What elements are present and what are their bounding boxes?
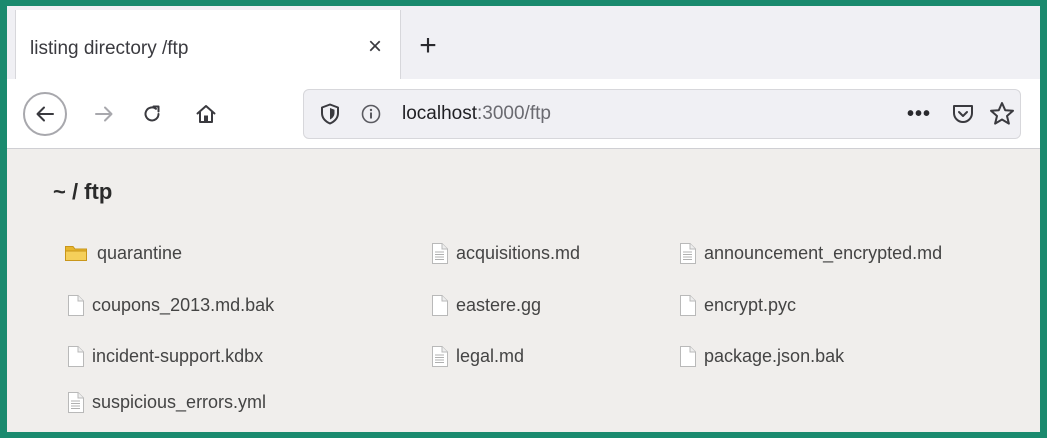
file-name: package.json.bak — [704, 345, 845, 366]
blank-file-icon — [67, 295, 84, 316]
arrow-right-icon — [95, 106, 113, 122]
file-entry[interactable]: quarantine — [65, 241, 182, 265]
blank-file-icon — [67, 346, 84, 367]
file-entry[interactable]: encrypt.pyc — [679, 293, 796, 317]
back-button[interactable] — [23, 92, 67, 136]
file-entry[interactable]: coupons_2013.md.bak — [67, 293, 274, 317]
home-button[interactable] — [187, 95, 225, 133]
text-file-icon — [679, 243, 696, 264]
file-name: encrypt.pyc — [704, 294, 797, 315]
blank-file-icon — [679, 295, 696, 316]
bookmark-star-icon[interactable] — [988, 100, 1016, 128]
page-heading: ~ / ftp — [53, 179, 113, 204]
url-host: localhost — [402, 103, 477, 124]
shield-icon[interactable] — [318, 102, 342, 126]
file-entry[interactable]: suspicious_errors.yml — [67, 390, 266, 414]
file-entry[interactable]: incident-support.kdbx — [67, 344, 263, 368]
home-icon — [196, 105, 216, 123]
file-name: announcement_encrypted.md — [704, 242, 943, 263]
file-entry[interactable]: acquisitions.md — [431, 241, 580, 265]
reload-button[interactable] — [133, 95, 171, 133]
navigation-toolbar: localhost:3000/ftp ••• — [7, 79, 1040, 149]
tab-bar: listing directory /ftp × + — [7, 6, 1040, 79]
file-entry[interactable]: announcement_encrypted.md — [679, 241, 942, 265]
file-name: suspicious_errors.yml — [92, 391, 267, 412]
file-entry[interactable]: legal.md — [431, 344, 524, 368]
file-name: coupons_2013.md.bak — [92, 294, 275, 315]
blank-file-icon — [431, 295, 448, 316]
url-text[interactable]: localhost:3000/ftp — [402, 103, 551, 125]
new-tab-icon[interactable]: + — [413, 31, 443, 61]
url-port-path: :3000/ftp — [477, 103, 551, 124]
file-name: eastere.gg — [456, 294, 542, 315]
browser-window: listing directory /ftp × + localhost:300… — [0, 0, 1047, 438]
text-file-icon — [431, 243, 448, 264]
tab-title: listing directory /ftp — [30, 38, 189, 59]
text-file-icon — [67, 392, 84, 413]
folder-icon — [65, 244, 87, 262]
arrow-left-icon — [36, 106, 54, 122]
info-icon[interactable] — [360, 103, 382, 125]
tab-close-icon[interactable]: × — [362, 34, 388, 60]
pocket-icon[interactable] — [950, 101, 976, 127]
file-name: legal.md — [456, 345, 525, 366]
tab-active[interactable]: listing directory /ftp × — [15, 10, 401, 79]
address-bar[interactable]: localhost:3000/ftp ••• — [303, 89, 1021, 139]
blank-file-icon — [679, 346, 696, 367]
file-name: acquisitions.md — [456, 242, 581, 263]
file-entry[interactable]: package.json.bak — [679, 344, 844, 368]
text-file-icon — [431, 346, 448, 367]
reload-icon — [144, 105, 160, 122]
file-entry[interactable]: eastere.gg — [431, 293, 541, 317]
directory-listing: ~ / ftp quarantine acquisitions.md annou… — [7, 149, 1040, 432]
forward-button[interactable] — [85, 95, 123, 133]
file-name: quarantine — [97, 242, 183, 263]
file-name: incident-support.kdbx — [92, 345, 264, 366]
page-actions-icon[interactable]: ••• — [904, 100, 934, 128]
